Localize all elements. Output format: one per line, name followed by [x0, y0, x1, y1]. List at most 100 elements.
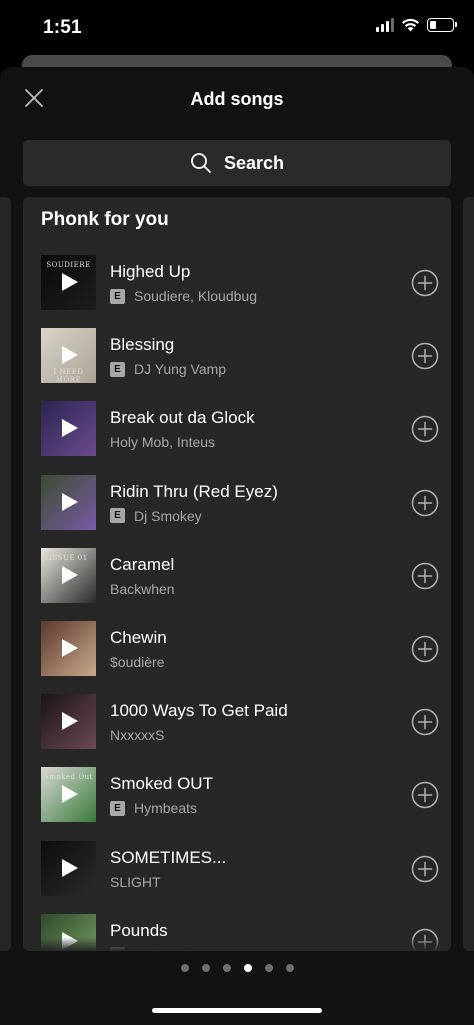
album-art-text: SOUDIERE — [46, 261, 91, 269]
previous-card-peek[interactable] — [0, 197, 11, 951]
explicit-badge: E — [110, 508, 125, 524]
search-icon — [191, 153, 211, 173]
home-indicator[interactable] — [152, 1008, 322, 1013]
search-label: Search — [223, 152, 285, 173]
track-artist: Hymbeats — [134, 800, 198, 817]
play-icon — [62, 639, 78, 657]
add-song-button[interactable] — [411, 489, 439, 517]
add-circle-icon — [411, 708, 439, 736]
play-icon — [62, 712, 78, 731]
track-meta: E Hymbeats — [110, 800, 197, 816]
track-row[interactable]: I NEED MORE BLOOD Blessing E DJ Yung Vamp — [23, 328, 451, 401]
wifi-icon — [402, 18, 419, 32]
album-art-text: I NEED MORE BLOOD — [53, 368, 84, 384]
track-meta: $oudière — [110, 654, 165, 670]
add-circle-icon — [411, 635, 439, 663]
track-row[interactable]: Chewin $oudière — [23, 621, 451, 694]
add-song-button[interactable] — [411, 855, 439, 883]
album-art[interactable] — [41, 694, 96, 750]
add-circle-icon — [411, 562, 439, 590]
track-title: Break out da Glock — [110, 408, 255, 428]
status-icons — [376, 18, 457, 32]
page-dot[interactable] — [201, 964, 210, 972]
track-meta: Holy Mob, Inteus — [110, 434, 215, 450]
track-artist: DJ Yung Vamp — [134, 361, 227, 378]
play-icon — [62, 346, 78, 365]
track-artist: Soudiere, Kloudbug — [134, 288, 257, 304]
track-row[interactable]: 1000 Ways To Get Paid NxxxxxS — [23, 694, 451, 767]
track-title: Ridin Thru (Red Eyez) — [110, 481, 278, 501]
track-row[interactable]: Break out da Glock Holy Mob, Inteus — [23, 401, 451, 474]
add-song-button[interactable] — [411, 562, 439, 590]
add-song-button[interactable] — [411, 708, 439, 736]
list-fade — [23, 937, 451, 951]
track-artist: Backwhen — [110, 580, 175, 597]
track-artist: SLIGHT — [110, 873, 161, 890]
play-icon — [62, 785, 78, 804]
album-art[interactable]: I NEED MORE BLOOD — [41, 328, 96, 384]
track-row[interactable]: ISSUE 01 Caramel Backwhen — [23, 547, 451, 621]
track-artist: NxxxxxS — [110, 727, 165, 744]
explicit-badge: E — [110, 288, 125, 304]
sheet-header: Add songs — [0, 67, 474, 131]
track-meta: Backwhen — [110, 581, 175, 597]
album-art-text: ISSUE 01 — [49, 553, 88, 562]
track-meta: E DJ Yung Vamp — [110, 361, 226, 377]
track-artist: $oudière — [110, 654, 165, 670]
track-meta: NxxxxxS — [110, 727, 164, 743]
album-art[interactable]: Smoked Out — [41, 767, 96, 823]
page-dot[interactable] — [243, 964, 252, 972]
album-art[interactable] — [41, 621, 96, 676]
play-icon — [62, 858, 78, 877]
track-row[interactable]: Ridin Thru (Red Eyez) E Dj Smokey — [23, 474, 451, 548]
track-row[interactable]: SOUDIERE Highed Up E Soudiere, Kloudbug — [23, 255, 451, 328]
explicit-badge: E — [110, 361, 125, 377]
search-button[interactable]: Search — [23, 140, 451, 186]
play-icon — [62, 273, 78, 291]
track-row[interactable]: SOMETIMES... SLIGHT — [23, 840, 451, 914]
page-dot[interactable] — [180, 964, 189, 972]
add-circle-icon — [411, 782, 439, 809]
album-art[interactable]: ISSUE 01 — [41, 547, 96, 603]
status-time: 1:51 — [43, 17, 82, 38]
page-indicator — [0, 964, 474, 972]
add-circle-icon — [411, 855, 439, 882]
sheet-title: Add songs — [190, 89, 284, 109]
track-title: Smoked OUT — [110, 774, 213, 794]
cellular-signal-icon — [376, 18, 394, 32]
album-art[interactable] — [41, 474, 96, 530]
album-art[interactable]: SOUDIERE — [41, 255, 96, 310]
album-art-text: Smoked Out — [44, 773, 93, 782]
album-art[interactable] — [41, 840, 96, 896]
track-title: Highed Up — [110, 262, 191, 281]
add-song-button[interactable] — [411, 635, 439, 663]
add-song-button[interactable] — [411, 342, 439, 370]
track-title: Blessing — [110, 335, 175, 355]
add-songs-sheet: Add songs Search Phonk for you SOUDIERE H… — [0, 67, 474, 1025]
add-circle-icon — [411, 269, 439, 297]
add-song-button[interactable] — [411, 269, 439, 297]
battery-icon — [427, 18, 457, 32]
track-title: Caramel — [110, 554, 175, 574]
explicit-badge: E — [110, 800, 125, 816]
next-card-peek[interactable] — [463, 197, 474, 951]
track-meta: E Soudiere, Kloudbug — [110, 288, 257, 304]
album-art[interactable] — [41, 401, 96, 457]
status-bar: 1:51 — [0, 0, 474, 56]
page-dot[interactable] — [222, 964, 231, 972]
track-meta: SLIGHT — [110, 874, 161, 890]
add-circle-icon — [411, 416, 439, 443]
track-row[interactable]: Smoked Out Smoked OUT E Hymbeats — [23, 767, 451, 840]
play-icon — [62, 565, 78, 584]
track-title: SOMETIMES... — [110, 847, 227, 867]
track-title: 1000 Ways To Get Paid — [110, 701, 288, 721]
add-song-button[interactable] — [411, 781, 439, 809]
page-dot[interactable] — [285, 964, 294, 972]
page-dot[interactable] — [264, 964, 273, 972]
track-artist: Dj Smokey — [134, 507, 202, 524]
play-icon — [62, 419, 78, 438]
add-song-button[interactable] — [411, 415, 439, 443]
play-icon — [62, 492, 78, 511]
playlist-card: Phonk for you SOUDIERE Highed Up E Soudiere… — [23, 197, 451, 951]
playlist-title: Phonk for you — [41, 209, 169, 230]
